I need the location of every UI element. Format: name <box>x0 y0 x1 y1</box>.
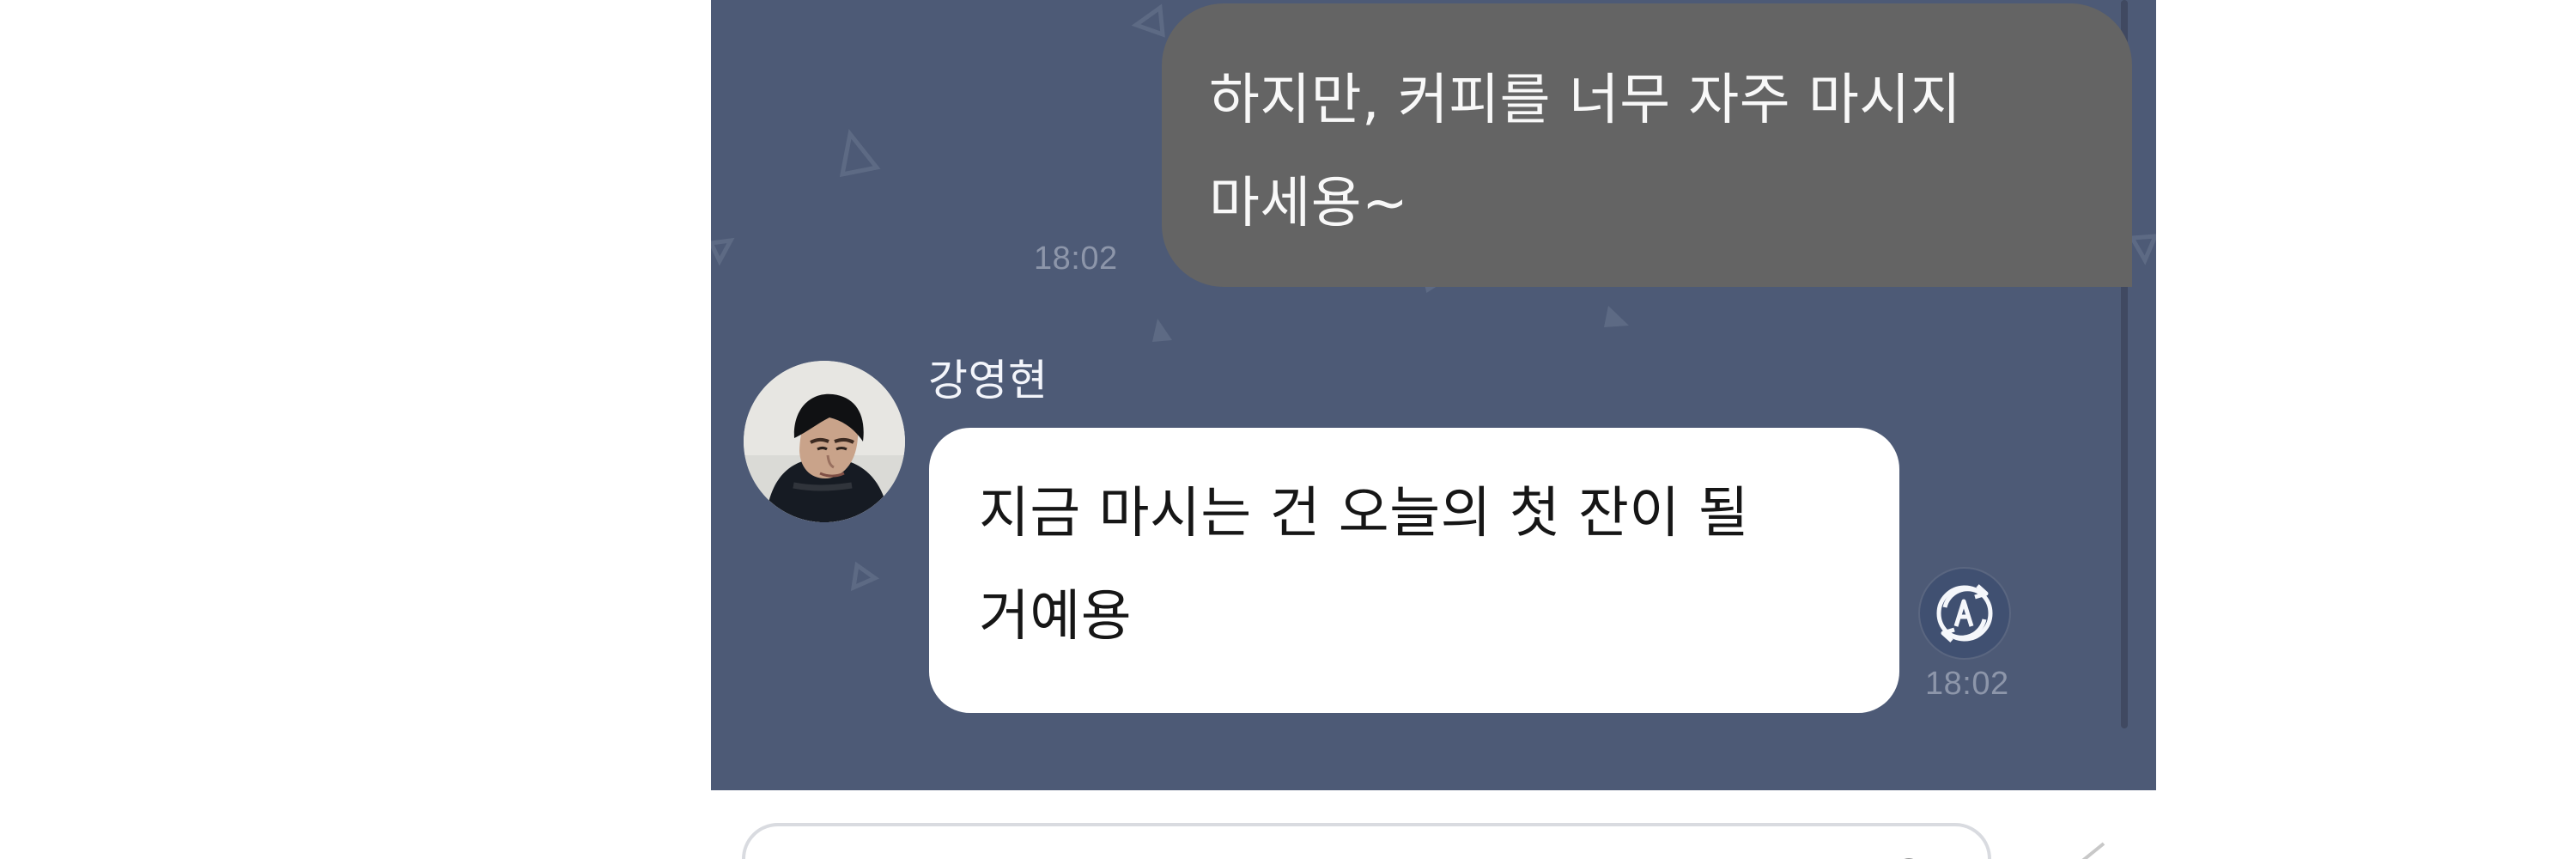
incoming-message-time: 18:02 <box>1925 666 2009 702</box>
translate-icon <box>1936 584 1993 643</box>
translate-button[interactable] <box>1920 569 2009 658</box>
incoming-message[interactable]: 지금 마시는 건 오늘의 첫 잔이 될 거예용 <box>929 428 1899 713</box>
message-input[interactable] <box>742 823 1991 859</box>
outgoing-message[interactable]: 하지만, 커피를 너무 자주 마시지 마세용~ <box>1162 3 2132 287</box>
outgoing-message-time: 18:02 <box>1034 241 1118 277</box>
chat-screen: 하지만, 커피를 너무 자주 마시지 마세용~ 18:02 강영현 지금 마시는… <box>0 0 2576 859</box>
emoji-icon[interactable] <box>1870 847 1947 859</box>
sender-name: 강영현 <box>928 356 1048 405</box>
send-icon[interactable] <box>2057 840 2108 859</box>
avatar[interactable] <box>744 361 905 522</box>
